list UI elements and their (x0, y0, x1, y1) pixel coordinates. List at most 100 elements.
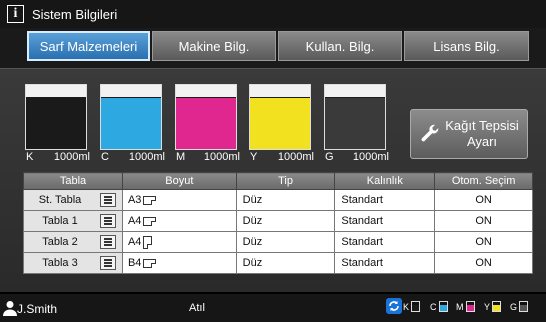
status-ink-level-k: K (403, 301, 421, 312)
size-cell: A4 (121, 231, 237, 253)
ink-bottle-y (249, 84, 311, 150)
status-ink-level-c: C (430, 301, 448, 312)
status-ink-channel: G (510, 302, 518, 312)
table-row[interactable]: St. Tabla A3 Düz Standart ON (23, 189, 533, 211)
header-tray: Tabla (23, 172, 123, 190)
size-cell: B4 (121, 252, 237, 274)
header-auto-select: Otom. Seçim (434, 172, 533, 190)
ink-level-fill (101, 97, 161, 149)
paper-type: Düz (235, 189, 336, 211)
ink-bottle-cap (250, 85, 310, 97)
paper-orientation-icon (143, 216, 157, 226)
paper-thickness: Standart (334, 189, 436, 211)
auto-select-value: ON (434, 231, 533, 253)
list-icon[interactable] (100, 256, 116, 270)
status-ink-box (411, 301, 421, 312)
tab-bar: Sarf Malzemeleri Makine Bilg. Kullan. Bi… (0, 28, 546, 68)
paper-thickness: Standart (334, 252, 436, 274)
paper-type: Düz (235, 210, 336, 232)
ink-amount: 1000ml (53, 151, 90, 163)
table-row[interactable]: Tabla 3 B4 Düz Standart ON (23, 252, 533, 274)
tray-name: Tabla 2 (42, 236, 78, 248)
status-ink-channel: M (456, 302, 464, 312)
tab-user-info[interactable]: Kullan. Bilg. (278, 31, 402, 61)
status-ink-fill (466, 304, 474, 311)
status-ink-channel: Y (484, 302, 491, 312)
page-title: Sistem Bilgileri (32, 6, 118, 22)
header-type: Tip (235, 172, 336, 190)
status-ink-fill (493, 304, 501, 311)
ink-bottle-g (324, 84, 386, 150)
status-ink-channel: K (403, 302, 410, 312)
machine-status: Atıl (189, 302, 205, 314)
tray-button-label-line2: Ayarı (466, 134, 498, 149)
status-ink-box (438, 301, 448, 312)
list-icon[interactable] (100, 235, 116, 249)
user-icon (3, 301, 17, 316)
paper-thickness: Standart (334, 210, 436, 232)
tab-consumables[interactable]: Sarf Malzemeleri (27, 31, 150, 61)
ink-bottle-c (100, 84, 162, 150)
wrench-icon (421, 124, 439, 142)
tray-name: Tabla 1 (42, 215, 78, 227)
auto-select-value: ON (434, 210, 533, 232)
paper-size: A3 (127, 194, 142, 206)
ink-amount: 1000ml (128, 151, 165, 163)
size-cell: A4 (121, 210, 237, 232)
ink-bottle-k (25, 84, 87, 150)
paper-tray-settings-button[interactable]: Kağıt Tepsisi Ayarı (410, 109, 528, 159)
ink-channel: C (101, 151, 109, 163)
tray-name-cell: Tabla 2 (23, 231, 123, 253)
list-icon[interactable] (100, 193, 116, 207)
ink-level-fill (26, 97, 86, 149)
ink-bottle-cap (325, 85, 385, 97)
tray-name-cell: St. Tabla (23, 189, 123, 211)
title-bar: i Sistem Bilgileri (0, 0, 546, 28)
list-icon[interactable] (100, 214, 116, 228)
ink-amount: 1000ml (352, 151, 389, 163)
paper-size: A4 (127, 236, 142, 248)
header-thickness: Kalınlık (334, 172, 436, 190)
tray-name: St. Tabla (38, 194, 82, 206)
ink-level-fill (325, 97, 385, 149)
size-cell: A3 (121, 189, 237, 211)
tab-machine-info[interactable]: Makine Bilg. (152, 31, 276, 61)
user-name: J.Smith (17, 302, 58, 316)
paper-type: Düz (235, 252, 336, 274)
ink-level-fill (250, 97, 310, 149)
tray-button-label-line1: Kağıt Tepsisi (445, 118, 519, 133)
paper-thickness: Standart (334, 231, 436, 253)
header-size: Boyut (121, 172, 237, 190)
status-ink-box (492, 301, 502, 312)
status-ink-fill (520, 304, 528, 311)
ink-bottle-cap (101, 85, 161, 97)
status-ink-level-g: G (510, 301, 529, 312)
paper-tray-table: Tabla Boyut Tip Kalınlık Otom. Seçim St.… (23, 172, 533, 274)
info-icon: i (7, 5, 24, 23)
ink-amount: 1000ml (203, 151, 240, 163)
paper-size: A4 (127, 215, 142, 227)
ink-channel: K (26, 151, 34, 163)
status-bar: J.Smith Atıl K C M Y G (0, 294, 546, 322)
ink-bottle-cap (176, 85, 236, 97)
table-row[interactable]: Tabla 2 A4 Düz Standart ON (23, 231, 533, 253)
paper-size: B4 (127, 257, 142, 269)
tray-name-cell: Tabla 3 (23, 252, 123, 274)
ink-bottle-m (175, 84, 237, 150)
table-row[interactable]: Tabla 1 A4 Düz Standart ON (23, 210, 533, 232)
consumables-panel: K 1000ml C 1000ml M 1000ml Y 1000ml G 1000ml Kağı… (0, 68, 546, 292)
status-ink-channel: C (430, 302, 437, 312)
tab-license-info[interactable]: Lisans Bilg. (404, 31, 529, 61)
status-ink-fill (412, 304, 420, 311)
status-ink-level-y: Y (484, 301, 502, 312)
system-info-screen: i Sistem Bilgileri Sarf Malzemeleri Maki… (0, 0, 546, 322)
sync-icon[interactable] (386, 298, 402, 314)
paper-type: Düz (235, 231, 336, 253)
tray-name: Tabla 3 (42, 257, 78, 269)
auto-select-value: ON (434, 189, 533, 211)
auto-select-value: ON (434, 252, 533, 274)
ink-level-fill (176, 97, 236, 149)
ink-channel: Y (250, 151, 258, 163)
table-header-row: Tabla Boyut Tip Kalınlık Otom. Seçim (23, 172, 533, 190)
status-ink-level-m: M (456, 301, 475, 312)
